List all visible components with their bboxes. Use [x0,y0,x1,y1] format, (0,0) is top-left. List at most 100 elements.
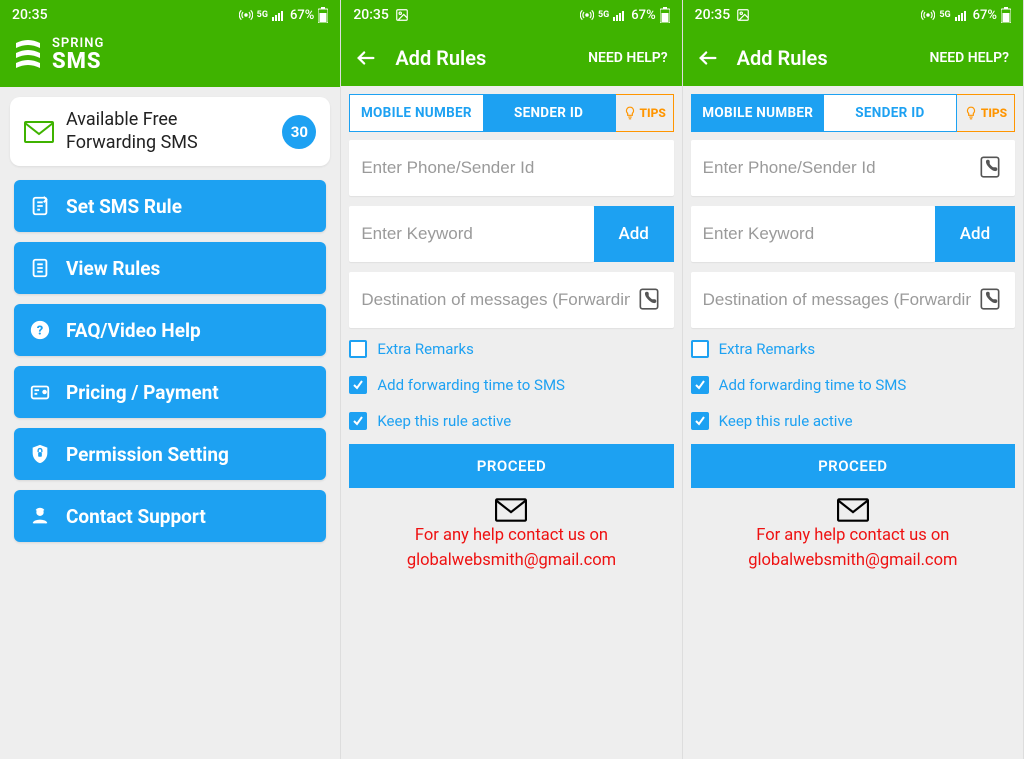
mail-icon [24,121,54,143]
menu-pricing[interactable]: Pricing / Payment [14,366,326,418]
menu-permission[interactable]: Permission Setting [14,428,326,480]
battery-text: 67% [290,8,314,23]
menu-label: Permission Setting [66,443,229,466]
tab-group: MOBILE NUMBER SENDER ID [349,94,615,132]
hotspot-icon [921,8,935,22]
check-add-time[interactable]: Add forwarding time to SMS [691,376,1015,394]
page-title: Add Rules [737,46,912,70]
mail-icon [683,498,1023,522]
network-5g-icon: 5G [257,10,268,20]
battery-icon [1001,7,1011,23]
add-button[interactable]: Add [935,206,1015,262]
keyword-input[interactable] [361,224,581,244]
mail-icon [341,498,681,522]
keyword-field[interactable] [349,206,593,262]
menu-contact-support[interactable]: Contact Support [14,490,326,542]
help-contact: For any help contact us on globalwebsmit… [683,498,1023,574]
proceed-button[interactable]: PROCEED [691,444,1015,488]
shield-icon [28,442,52,466]
screen-add-rules-sender: 20:35 5G 67% Add Rules NEED HELP? MOBILE… [683,0,1024,759]
contacts-icon[interactable] [636,286,662,314]
phone-sender-field[interactable] [349,140,673,196]
hotspot-icon [239,8,253,22]
tips-label: TIPS [981,106,1007,120]
tab-sender-id[interactable]: SENDER ID [824,95,956,131]
brand-bottom: SMS [52,51,104,73]
status-bar: 20:35 5G 67% [0,0,340,30]
phone-sender-input[interactable] [703,158,971,178]
signal-icon [613,9,627,21]
page-title: Add Rules [395,46,570,70]
tips-label: TIPS [640,106,666,120]
tips-button[interactable]: TIPS [957,94,1015,132]
checkbox-icon [349,412,367,430]
help-line2: globalwebsmith@gmail.com [683,549,1023,574]
battery-icon [318,7,328,23]
help-line1: For any help contact us on [341,524,681,549]
keyword-field[interactable] [691,206,935,262]
check-label: Keep this rule active [719,412,853,430]
status-time: 20:35 [12,7,48,23]
photo-icon [395,8,409,22]
proceed-button[interactable]: PROCEED [349,444,673,488]
status-time: 20:35 [695,7,731,23]
status-icons: 5G 67% [921,7,1011,23]
free-sms-card[interactable]: Available Free Forwarding SMS 30 [10,97,330,166]
contacts-icon[interactable] [977,154,1003,182]
battery-icon [660,7,670,23]
options: Extra Remarks Add forwarding time to SMS… [683,336,1023,430]
tab-mobile-number[interactable]: MOBILE NUMBER [350,95,482,131]
app-bar: Add Rules NEED HELP? [341,30,681,86]
menu-faq[interactable]: ? FAQ/Video Help [14,304,326,356]
contacts-icon[interactable] [977,286,1003,314]
add-button[interactable]: Add [594,206,674,262]
support-icon [28,504,52,528]
hotspot-icon [580,8,594,22]
status-icons: 5G 67% [239,7,329,23]
destination-input[interactable] [703,290,971,310]
menu-set-sms-rule[interactable]: Set SMS Rule [14,180,326,232]
check-extra-remarks[interactable]: Extra Remarks [691,340,1015,358]
checkbox-icon [691,412,709,430]
check-keep-active[interactable]: Keep this rule active [691,412,1015,430]
photo-icon [736,8,750,22]
phone-sender-field[interactable] [691,140,1015,196]
options: Extra Remarks Add forwarding time to SMS… [341,336,681,430]
checkbox-icon [691,376,709,394]
need-help-link[interactable]: NEED HELP? [929,50,1009,66]
keyword-input[interactable] [703,224,923,244]
destination-field[interactable] [349,272,673,328]
back-icon[interactable] [355,47,377,69]
battery-text: 67% [973,8,997,23]
menu-label: FAQ/Video Help [66,319,201,342]
destination-field[interactable] [691,272,1015,328]
tab-mobile-number[interactable]: MOBILE NUMBER [692,95,824,131]
tab-group: MOBILE NUMBER SENDER ID [691,94,957,132]
menu-label: Set SMS Rule [66,195,182,218]
signal-icon [272,9,286,21]
checkbox-icon [349,340,367,358]
status-time: 20:35 [353,7,389,23]
app-logo-icon [14,39,42,71]
help-line2: globalwebsmith@gmail.com [341,549,681,574]
tips-button[interactable]: TIPS [616,94,674,132]
checkbox-icon [349,376,367,394]
tab-sender-id[interactable]: SENDER ID [483,95,615,131]
destination-input[interactable] [361,290,629,310]
back-icon[interactable] [697,47,719,69]
menu-label: Contact Support [66,505,206,528]
check-label: Keep this rule active [377,412,511,430]
menu-label: View Rules [66,257,160,280]
need-help-link[interactable]: NEED HELP? [588,50,668,66]
form: Add [341,132,681,336]
list-icon [28,256,52,280]
menu-view-rules[interactable]: View Rules [14,242,326,294]
check-add-time[interactable]: Add forwarding time to SMS [349,376,673,394]
network-5g-icon: 5G [598,10,609,20]
check-label: Extra Remarks [719,340,815,358]
check-keep-active[interactable]: Keep this rule active [349,412,673,430]
help-icon: ? [28,318,52,342]
check-extra-remarks[interactable]: Extra Remarks [349,340,673,358]
home-body: Available Free Forwarding SMS 30 Set SMS… [0,87,340,759]
phone-sender-input[interactable] [361,158,661,178]
